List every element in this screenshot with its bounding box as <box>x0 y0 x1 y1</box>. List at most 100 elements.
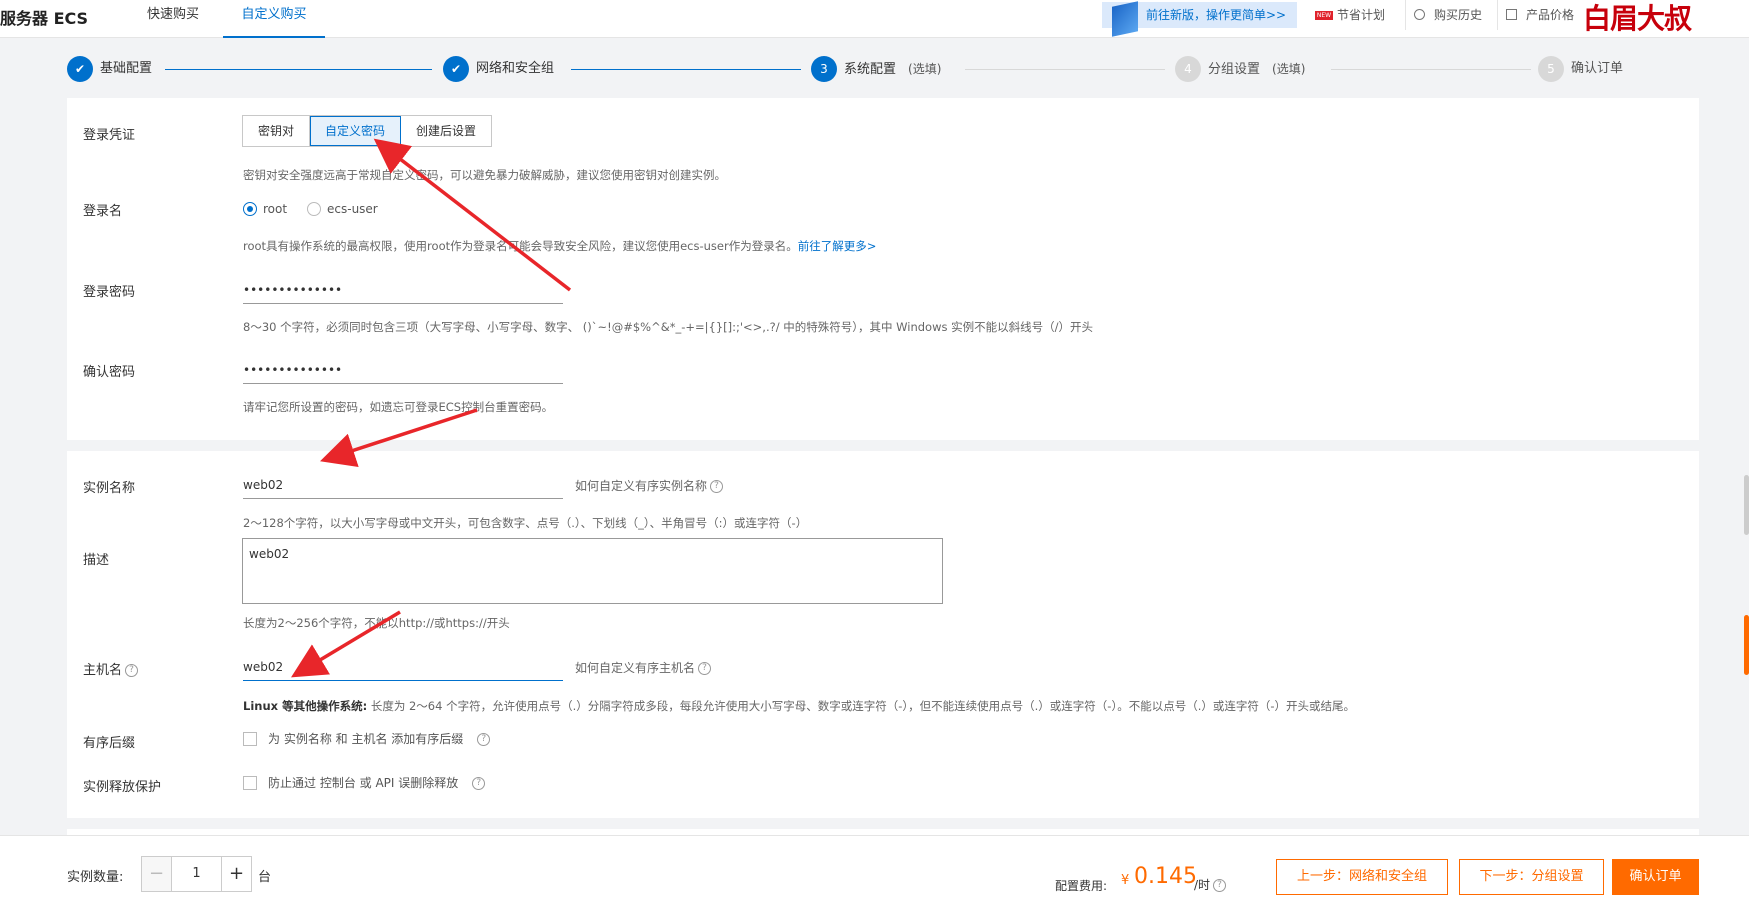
radio-dot <box>243 202 257 216</box>
description-textarea[interactable]: web02 <box>242 538 943 604</box>
checkbox-box <box>243 732 257 746</box>
step-connector <box>571 69 801 70</box>
step-connector <box>965 69 1165 70</box>
currency-symbol: ¥ <box>1121 873 1130 888</box>
instance-name-input[interactable]: web02 <box>243 471 563 499</box>
step-optional: (选填) <box>1272 62 1306 76</box>
credential-set-later[interactable]: 创建后设置 <box>401 116 491 146</box>
purchase-history-link[interactable]: 购买历史 <box>1414 0 1482 30</box>
step-number: 5 <box>1538 56 1564 82</box>
savings-plan-label: 节省计划 <box>1337 8 1386 22</box>
cube-icon <box>1112 1 1138 37</box>
increment-button[interactable]: + <box>221 857 251 891</box>
step-label: 确认订单 <box>1571 61 1624 76</box>
password-input[interactable]: •••••••••••••• <box>243 276 563 304</box>
description-label: 描述 <box>83 553 110 568</box>
cost-label: 配置费用: <box>1055 879 1108 893</box>
instance-name-tip[interactable]: 如何自定义有序实例名称? <box>575 477 724 494</box>
checkbox-box <box>243 776 257 790</box>
quantity-stepper: − 1 + <box>141 856 252 892</box>
divider <box>1497 0 1498 30</box>
suffix-checkbox[interactable]: 为 实例名称 和 主机名 添加有序后缀? <box>243 732 491 746</box>
step-label: 分组设置 <box>1208 62 1261 77</box>
confirm-password-help: 请牢记您所设置的密码，如遗忘可登录ECS控制台重置密码。 <box>243 400 554 414</box>
step-label: 基础配置 <box>100 61 153 76</box>
savings-plan-link[interactable]: NEW 节省计划 <box>1315 0 1386 30</box>
prev-step-button[interactable]: 上一步：网络和安全组 <box>1276 859 1448 895</box>
confirm-password-label: 确认密码 <box>83 365 136 380</box>
username-help: root具有操作系统的最高权限，使用root作为登录名可能会导致安全风险，建议您… <box>243 238 876 254</box>
instance-name-tip-text: 如何自定义有序实例名称 <box>575 479 708 493</box>
progress-steps: ✔ 基础配置 ✔ 网络和安全组 3 系统配置 (选填) 4 分组设置 (选填) 5 … <box>0 38 1749 98</box>
release-protect-checkbox[interactable]: 防止通过 控制台 或 API 误删除释放? <box>243 776 486 790</box>
new-version-banner[interactable]: 前往新版，操作更简单>> <box>1102 1 1297 37</box>
release-protect-checkbox-label: 防止通过 控制台 或 API 误删除释放 <box>268 776 459 790</box>
password-label: 登录密码 <box>83 285 136 300</box>
decrement-button[interactable]: − <box>142 857 172 891</box>
next-step-button[interactable]: 下一步：分组设置 <box>1459 859 1604 895</box>
step-label: 网络和安全组 <box>476 61 555 76</box>
product-price-link[interactable]: 产品价格 <box>1506 0 1574 30</box>
tab-custom-buy[interactable]: 自定义购买 <box>223 0 325 38</box>
side-handle[interactable] <box>1744 475 1749 535</box>
cost-unit: /时? <box>1194 876 1227 893</box>
radio-label: root <box>263 202 288 216</box>
help-icon[interactable]: ? <box>125 664 139 677</box>
release-protect-label: 实例释放保护 <box>83 780 162 795</box>
banner-text: 前往新版，操作更简单>> <box>1146 8 1287 22</box>
tab-quick-buy[interactable]: 快速购买 <box>147 0 199 38</box>
page-title: 服务器 ECS <box>0 9 89 28</box>
help-icon: ? <box>477 733 491 746</box>
hostname-input[interactable]: web02 <box>243 653 563 681</box>
quantity-unit: 台 <box>258 870 272 885</box>
hostname-label-text: 主机名 <box>83 663 123 678</box>
check-icon: ✔ <box>443 56 469 82</box>
suffix-label: 有序后缀 <box>83 736 136 751</box>
step-connector <box>165 69 432 70</box>
description-help: 长度为2～256个字符，不能以http://或https://开头 <box>243 616 510 630</box>
quantity-label: 实例数量: <box>67 870 124 885</box>
purchase-history-label: 购买历史 <box>1434 8 1483 22</box>
help-icon[interactable]: ? <box>1213 879 1227 892</box>
username-help-text: root具有操作系统的最高权限，使用root作为登录名可能会导致安全风险，建议您… <box>243 239 798 253</box>
side-handle[interactable] <box>1744 615 1749 675</box>
username-label: 登录名 <box>83 204 123 219</box>
login-panel <box>67 98 1699 440</box>
product-price-label: 产品价格 <box>1526 8 1575 22</box>
suffix-checkbox-label: 为 实例名称 和 主机名 添加有序后缀 <box>268 732 464 746</box>
learn-more-link[interactable]: 前往了解更多> <box>798 239 877 253</box>
radio-dot <box>307 202 321 216</box>
help-icon: ? <box>710 480 724 493</box>
clock-icon <box>1414 9 1425 20</box>
instance-panel <box>67 451 1699 818</box>
hostname-help-text: 长度为 2～64 个字符，允许使用点号（.）分隔字符成多段，每段允许使用大小写字… <box>370 699 1355 713</box>
help-icon: ? <box>698 662 712 675</box>
cost-unit-text: /时 <box>1194 878 1211 892</box>
cost-value: 0.145 <box>1134 864 1197 889</box>
divider <box>1405 0 1406 30</box>
confirm-order-button[interactable]: 确认订单 <box>1612 859 1699 895</box>
new-badge-icon: NEW <box>1315 11 1333 20</box>
document-icon <box>1506 9 1517 20</box>
confirm-password-input[interactable]: •••••••••••••• <box>243 356 563 384</box>
credential-keypair[interactable]: 密钥对 <box>243 116 311 146</box>
watermark-logo: 白眉大叔 <box>1583 2 1692 35</box>
hostname-tip[interactable]: 如何自定义有序主机名? <box>575 659 712 676</box>
username-ecs-user-radio[interactable]: ecs-user <box>307 201 378 217</box>
step-label: 系统配置 <box>844 62 897 77</box>
check-icon: ✔ <box>67 56 93 82</box>
footer-bar: 实例数量: − 1 + 台 配置费用: ¥ 0.145 /时? 上一步：网络和安… <box>0 835 1749 919</box>
step-connector <box>1331 69 1531 70</box>
credential-selector: 密钥对 自定义密码 创建后设置 <box>242 115 493 147</box>
instance-name-help: 2～128个字符，以大小写字母或中文开头，可包含数字、点号（.）、下划线（_）、… <box>243 516 808 530</box>
hostname-label: 主机名? <box>83 659 139 678</box>
credential-custom-password[interactable]: 自定义密码 <box>310 116 402 146</box>
step-optional: (选填) <box>908 62 942 76</box>
quantity-input[interactable]: 1 <box>172 857 221 891</box>
radio-label: ecs-user <box>327 202 378 216</box>
top-bar: 服务器 ECS 快速购买 自定义购买 前往新版，操作更简单>> NEW 节省计划… <box>0 0 1749 38</box>
hostname-help: Linux 等其他操作系统: 长度为 2～64 个字符，允许使用点号（.）分隔字… <box>243 698 1355 714</box>
username-root-radio[interactable]: root <box>243 201 287 217</box>
step-number: 3 <box>811 56 837 82</box>
step-number: 4 <box>1175 56 1201 82</box>
